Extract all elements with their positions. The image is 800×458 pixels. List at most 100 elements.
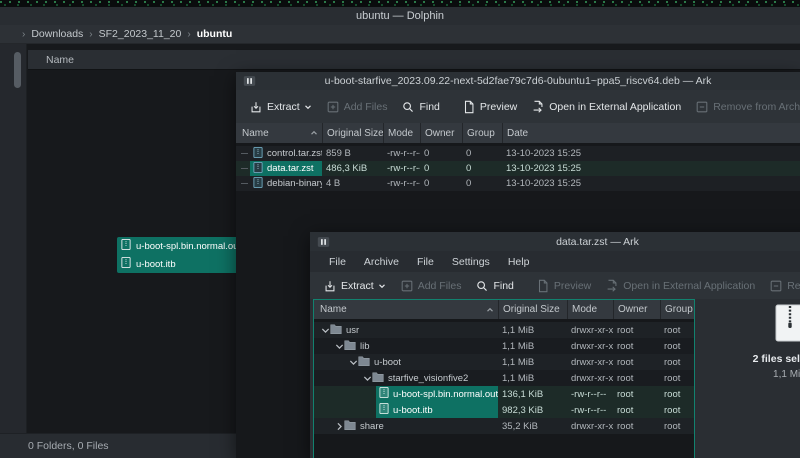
tree-row-lib[interactable]: lib1,1 MiBdrwxr-xr-xrootroot xyxy=(314,338,694,354)
breadcrumb-item-sf2-2023-11-20[interactable]: SF2_2023_11_20 xyxy=(99,28,182,40)
menu-archive-1[interactable]: Archive xyxy=(355,256,408,268)
ark-data-preview-button[interactable]: Preview xyxy=(529,279,598,293)
dragged-item-name: u-boot-spl.bin.normal.out xyxy=(136,241,240,252)
ark-data-column-header-owner[interactable]: Owner xyxy=(613,300,660,319)
preview-label: Preview xyxy=(480,101,517,113)
ark-data-remove-button[interactable]: Remove from Archive xyxy=(762,279,800,293)
name-cell: u-boot-spl.bin.normal.out xyxy=(314,386,498,402)
menu-file-0[interactable]: File xyxy=(320,256,355,268)
open-external-icon xyxy=(531,100,545,114)
ark-deb-column-headers: Name Original SizeModeOwnerGroup Date xyxy=(236,123,800,143)
ark-deb-column-header-original-size[interactable]: Original Size xyxy=(322,123,383,143)
menu-help-4[interactable]: Help xyxy=(499,256,539,268)
menu-file-2[interactable]: File xyxy=(408,256,443,268)
cell-owner: root xyxy=(613,418,660,434)
archive-row-data-tar-zst[interactable]: data.tar.zst486,3 KiB-rw-r--r--0013-10-2… xyxy=(236,161,800,176)
ark-deb-titlebar[interactable]: u-boot-starfive_2023.09.22-next-5d2fae79… xyxy=(236,72,800,90)
places-panel-scrollbar[interactable] xyxy=(14,52,21,88)
sort-ascending-icon xyxy=(310,129,318,137)
menu-settings-3[interactable]: Settings xyxy=(443,256,499,268)
cell-size: 982,3 KiB xyxy=(498,402,567,418)
ark-data-column-header-group[interactable]: Group xyxy=(660,300,694,319)
selection-info: 2 files selected 1,1 MiB xyxy=(695,304,800,380)
dragged-item-u-boot-itb[interactable]: u-boot.itb xyxy=(117,255,240,273)
archive-file-icon xyxy=(253,177,263,191)
ark-data-find-button[interactable]: Find xyxy=(468,279,520,293)
ark-deb-column-header-name[interactable]: Name xyxy=(236,123,322,143)
ark-data-open-external-button[interactable]: Open in External Application xyxy=(598,279,762,293)
dolphin-titlebar[interactable]: ubuntu — Dolphin xyxy=(0,7,800,25)
folder-name: u-boot xyxy=(374,357,401,368)
cell-mode: drwxr-xr-x xyxy=(567,354,613,370)
ark-deb-remove-button[interactable]: Remove from Archive xyxy=(688,100,800,114)
ark-data-column-header-original-size[interactable]: Original Size xyxy=(498,300,567,319)
expand-arrow-icon[interactable] xyxy=(348,358,358,367)
name-cell: starfive_visionfive2 xyxy=(314,370,498,386)
ark-deb-add-files-button[interactable]: Add Files xyxy=(319,100,395,114)
expand-arrow-icon[interactable] xyxy=(320,326,330,335)
preview-icon xyxy=(462,100,476,114)
cell-size: 136,1 KiB xyxy=(498,386,567,402)
ark-deb-column-header-mode[interactable]: Mode xyxy=(383,123,420,143)
archive-row-control-tar-zst[interactable]: control.tar.zst859 B-rw-r--r--0013-10-20… xyxy=(236,146,800,161)
file-icon xyxy=(121,257,131,271)
ark-deb-find-button[interactable]: Find xyxy=(394,100,446,114)
folder-name: usr xyxy=(346,325,359,336)
tree-row-u-boot[interactable]: u-boot1,1 MiBdrwxr-xr-xrootroot xyxy=(314,354,694,370)
cell-mode: -rw-r--r-- xyxy=(383,146,420,161)
column-label: Date xyxy=(507,128,528,139)
tree-row-u-boot-itb[interactable]: u-boot.itb982,3 KiB-rw-r--r--rootroot xyxy=(314,402,694,418)
archive-file-icon xyxy=(253,147,263,161)
background-window-sliver xyxy=(0,0,800,7)
ark-data-file-tree[interactable]: usr1,1 MiBdrwxr-xr-xrootrootlib1,1 MiBdr… xyxy=(314,319,694,434)
extract-label: Extract xyxy=(267,101,300,113)
dragged-files-preview[interactable]: u-boot-spl.bin.normal.out u-boot.itb xyxy=(117,237,240,273)
column-label: Original Size xyxy=(503,304,560,315)
name-cell: lib xyxy=(314,338,498,354)
ark-data-toolbar: Extract Add Files Find Preview Open in Exter… xyxy=(310,272,800,299)
breadcrumb-item-ubuntu[interactable]: ubuntu xyxy=(197,28,233,40)
open-external-icon xyxy=(605,279,619,293)
column-label: Original Size xyxy=(327,128,383,139)
selected-files-count: 2 files selected xyxy=(753,353,800,365)
breadcrumb-chevron-icon: › xyxy=(16,29,31,40)
preview-label: Preview xyxy=(554,280,591,292)
cell-date: 13-10-2023 15:25 xyxy=(502,161,800,176)
tree-row-u-boot-spl-bin-normal-out[interactable]: u-boot-spl.bin.normal.out136,1 KiB-rw-r-… xyxy=(314,386,694,402)
collapse-arrow-icon[interactable] xyxy=(334,422,344,431)
tree-row-usr[interactable]: usr1,1 MiBdrwxr-xr-xrootroot xyxy=(314,322,694,338)
ark-deb-column-header-date[interactable]: Date xyxy=(502,123,800,143)
dolphin-name-column-header[interactable]: Name xyxy=(28,50,800,70)
breadcrumb-item-downloads[interactable]: Downloads xyxy=(31,28,83,40)
ark-deb-column-header-group[interactable]: Group xyxy=(462,123,502,143)
expand-arrow-icon[interactable] xyxy=(334,342,344,351)
cell-group: root xyxy=(660,402,694,418)
expand-arrow-icon[interactable] xyxy=(362,374,372,383)
tree-row-starfive-visionfive2[interactable]: starfive_visionfive21,1 MiBdrwxr-xr-xroo… xyxy=(314,370,694,386)
cell-group: 0 xyxy=(462,146,502,161)
ark-data-add-files-button[interactable]: Add Files xyxy=(393,279,469,293)
screen: ubuntu — Dolphin ›Downloads›SF2_2023_11_… xyxy=(0,0,800,458)
dragged-item-u-boot-spl-bin-normal-out[interactable]: u-boot-spl.bin.normal.out xyxy=(117,237,240,255)
add-files-label: Add Files xyxy=(418,280,462,292)
ark-deb-preview-button[interactable]: Preview xyxy=(455,100,524,114)
ark-deb-open-external-button[interactable]: Open in External Application xyxy=(524,100,688,114)
ark-deb-column-header-owner[interactable]: Owner xyxy=(420,123,462,143)
ark-data-extract-button[interactable]: Extract xyxy=(316,279,393,293)
ark-data-titlebar[interactable]: data.tar.zst — Ark xyxy=(310,232,800,251)
cell-mode: drwxr-xr-x xyxy=(567,338,613,354)
ark-data-column-header-mode[interactable]: Mode xyxy=(567,300,613,319)
archive-row-debian-binary[interactable]: debian-binary4 B-rw-r--r--0013-10-2023 1… xyxy=(236,176,800,191)
file-icon xyxy=(379,403,389,417)
selected-name-highlight: data.tar.zst xyxy=(250,161,322,176)
places-panel xyxy=(0,44,27,433)
cell-owner: 0 xyxy=(420,161,462,176)
ark-deb-extract-button[interactable]: Extract xyxy=(242,100,319,114)
extract-icon xyxy=(249,100,263,114)
ark-data-column-headers: Name Original Size ModeOwnerGroup xyxy=(314,300,694,319)
tree-row-share[interactable]: share35,2 KiBdrwxr-xr-xrootroot xyxy=(314,418,694,434)
cell-mode: -rw-r--r-- xyxy=(383,176,420,191)
remove-label: Remove from Archive xyxy=(713,101,800,113)
remove-icon xyxy=(769,279,783,293)
ark-data-column-header-name[interactable]: Name xyxy=(314,300,498,319)
